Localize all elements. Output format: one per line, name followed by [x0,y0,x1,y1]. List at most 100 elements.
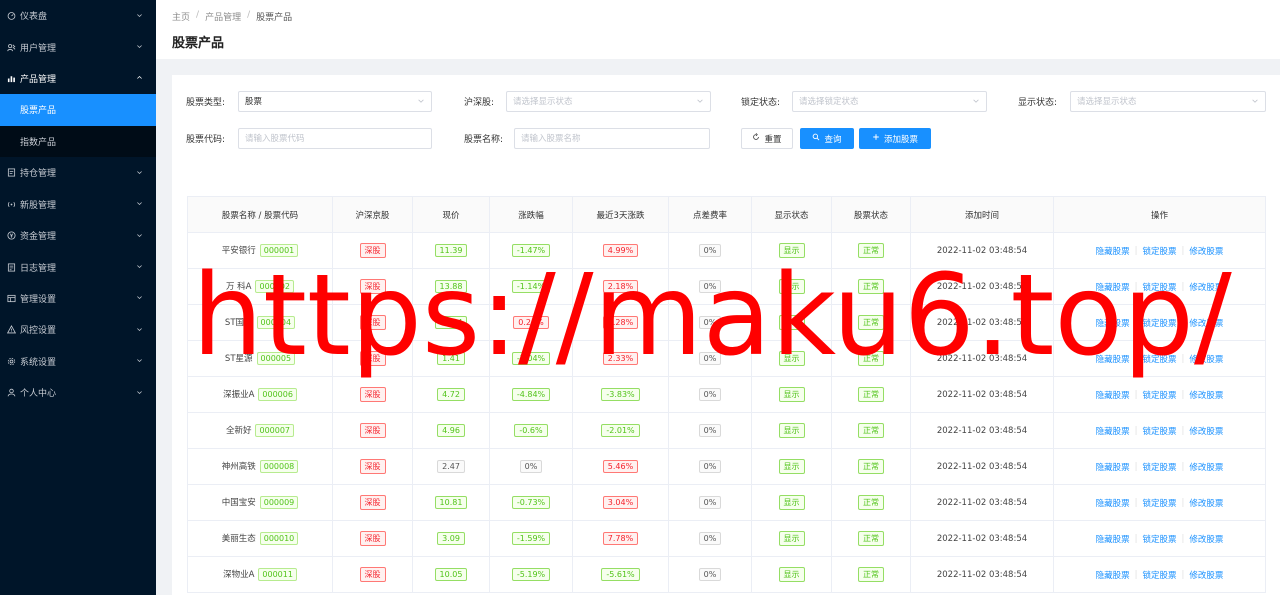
sidebar-item[interactable]: 新股管理 [0,189,156,220]
hide-stock-link[interactable]: 隐藏股票 [1096,353,1130,365]
exchange-select[interactable]: 请选择显示状态 [506,90,711,112]
lock-stock-link[interactable]: 锁定股票 [1142,497,1176,509]
lock-stock-link[interactable]: 锁定股票 [1142,533,1176,545]
edit-stock-link[interactable]: 修改股票 [1189,281,1223,293]
market-cell: 深股 [332,340,413,377]
spread-tag: 0% [698,244,722,257]
hide-stock-link[interactable]: 隐藏股票 [1096,533,1130,545]
change-tag: -5.19% [511,568,551,581]
search-button[interactable]: 查询 [800,128,854,149]
display-status-cell: 显示 [751,484,832,521]
spread-cell: 0% [668,520,752,557]
change-3d-cell: 0.28% [572,304,669,341]
hide-stock-link[interactable]: 隐藏股票 [1096,461,1130,473]
breadcrumb-home[interactable]: 主页 [172,10,190,24]
edit-stock-link[interactable]: 修改股票 [1189,533,1223,545]
price-tag: 4.72 [437,388,465,401]
stock-status-cell: 正常 [831,304,911,341]
sidebar-item[interactable]: 日志管理 [0,251,156,282]
spread-tag: 0% [698,424,722,437]
edit-stock-link[interactable]: 修改股票 [1189,317,1223,329]
edit-stock-link[interactable]: 修改股票 [1189,425,1223,437]
market-tag: 深股 [359,315,386,330]
edit-stock-link[interactable]: 修改股票 [1189,353,1223,365]
spread-tag: 0% [698,352,722,365]
price-tag: 11.39 [434,244,468,257]
hide-stock-link[interactable]: 隐藏股票 [1096,281,1130,293]
price-tag: 3.09 [437,532,465,545]
hide-stock-link[interactable]: 隐藏股票 [1096,497,1130,509]
lock-stock-link[interactable]: 锁定股票 [1142,245,1176,257]
stock-name-cell: ST星源 000005 [187,340,333,377]
lock-status-select[interactable]: 请选择锁定状态 [792,90,987,112]
operations-cell: 隐藏股票 | 锁定股票 | 修改股票 [1053,520,1266,557]
column-header: 股票名称 / 股票代码 [187,196,333,233]
breadcrumb-products[interactable]: 产品管理 [205,10,241,24]
market-cell: 深股 [332,376,413,413]
display-status-tag: 显示 [778,495,805,510]
sidebar-item[interactable]: 系统设置 [0,346,156,377]
stock-code-input[interactable]: 请输入股票代码 [238,127,432,149]
lock-stock-link[interactable]: 锁定股票 [1142,425,1176,437]
chevron-up-icon [136,74,144,82]
market-cell: 深股 [332,556,413,593]
reset-button[interactable]: 重置 [741,128,793,149]
sidebar-subitem[interactable]: 指数产品 [0,126,156,158]
edit-stock-link[interactable]: 修改股票 [1189,245,1223,257]
lock-stock-link[interactable]: 锁定股票 [1142,461,1176,473]
market-cell: 深股 [332,520,413,557]
exchange-placeholder: 请选择显示状态 [513,97,573,107]
hide-stock-link[interactable]: 隐藏股票 [1096,569,1130,581]
edit-stock-link[interactable]: 修改股票 [1189,497,1223,509]
display-status-cell: 显示 [751,556,832,593]
action-separator: | [1181,245,1185,256]
market-tag: 深股 [359,279,386,294]
sidebar-item[interactable]: 资金管理 [0,220,156,251]
spread-cell: 0% [668,376,752,413]
stock-name-cell: ST国华 000004 [187,304,333,341]
sidebar-item[interactable]: 持仓管理 [0,157,156,188]
sidebar-item[interactable]: 个人中心 [0,377,156,408]
edit-stock-link[interactable]: 修改股票 [1189,461,1223,473]
sidebar-item[interactable]: 产品管理 [0,63,156,94]
stock-status-tag: 正常 [858,531,884,546]
spread-tag: 0% [698,316,722,329]
stock-code-tag: 000005 [256,352,296,365]
add-stock-button[interactable]: 添加股票 [859,128,931,149]
breadcrumb-separator: / [196,10,200,20]
sidebar-subitem[interactable]: 股票产品 [0,94,156,126]
lock-stock-link[interactable]: 锁定股票 [1142,353,1176,365]
edit-stock-link[interactable]: 修改股票 [1189,569,1223,581]
action-separator: | [1181,353,1185,364]
chevron-down-icon [136,389,144,397]
stock-name: 中国宝安 [221,498,256,508]
hide-stock-link[interactable]: 隐藏股票 [1096,317,1130,329]
hide-stock-link[interactable]: 隐藏股票 [1096,245,1130,257]
stock-name-input[interactable]: 请输入股票名称 [514,127,710,149]
change-3d-tag: -5.61% [601,568,640,581]
sidebar-item[interactable]: 用户管理 [0,31,156,62]
added-time-cell: 2022-11-02 03:48:54 [910,268,1054,305]
table-row: 中国宝安 000009 深股 10.81 -0.73% 3.04% 0% 显示 正常 2022-1… [187,484,1266,521]
action-separator: | [1181,497,1185,508]
sidebar-item-label: 持仓管理 [20,169,57,180]
breadcrumb-separator: / [247,10,251,20]
edit-stock-link[interactable]: 修改股票 [1189,389,1223,401]
lock-stock-link[interactable]: 锁定股票 [1142,389,1176,401]
stock-type-select[interactable]: 股票 [238,90,432,112]
sidebar-item[interactable]: 管理设置 [0,283,156,314]
lock-stock-link[interactable]: 锁定股票 [1142,569,1176,581]
stock-code-tag: 000009 [259,496,299,509]
sidebar-item[interactable]: 仪表盘 [0,0,156,31]
price-cell: 10.81 [412,484,490,521]
chevron-down-icon [136,232,144,240]
lock-stock-link[interactable]: 锁定股票 [1142,317,1176,329]
hide-stock-link[interactable]: 隐藏股票 [1096,389,1130,401]
sidebar-item-label: 日志管理 [20,263,57,274]
lock-stock-link[interactable]: 锁定股票 [1142,281,1176,293]
spread-cell: 0% [668,268,752,305]
price-cell: 2.47 [412,448,490,485]
hide-stock-link[interactable]: 隐藏股票 [1096,425,1130,437]
sidebar-item[interactable]: 风控设置 [0,314,156,345]
display-status-select[interactable]: 请选择显示状态 [1070,90,1266,112]
